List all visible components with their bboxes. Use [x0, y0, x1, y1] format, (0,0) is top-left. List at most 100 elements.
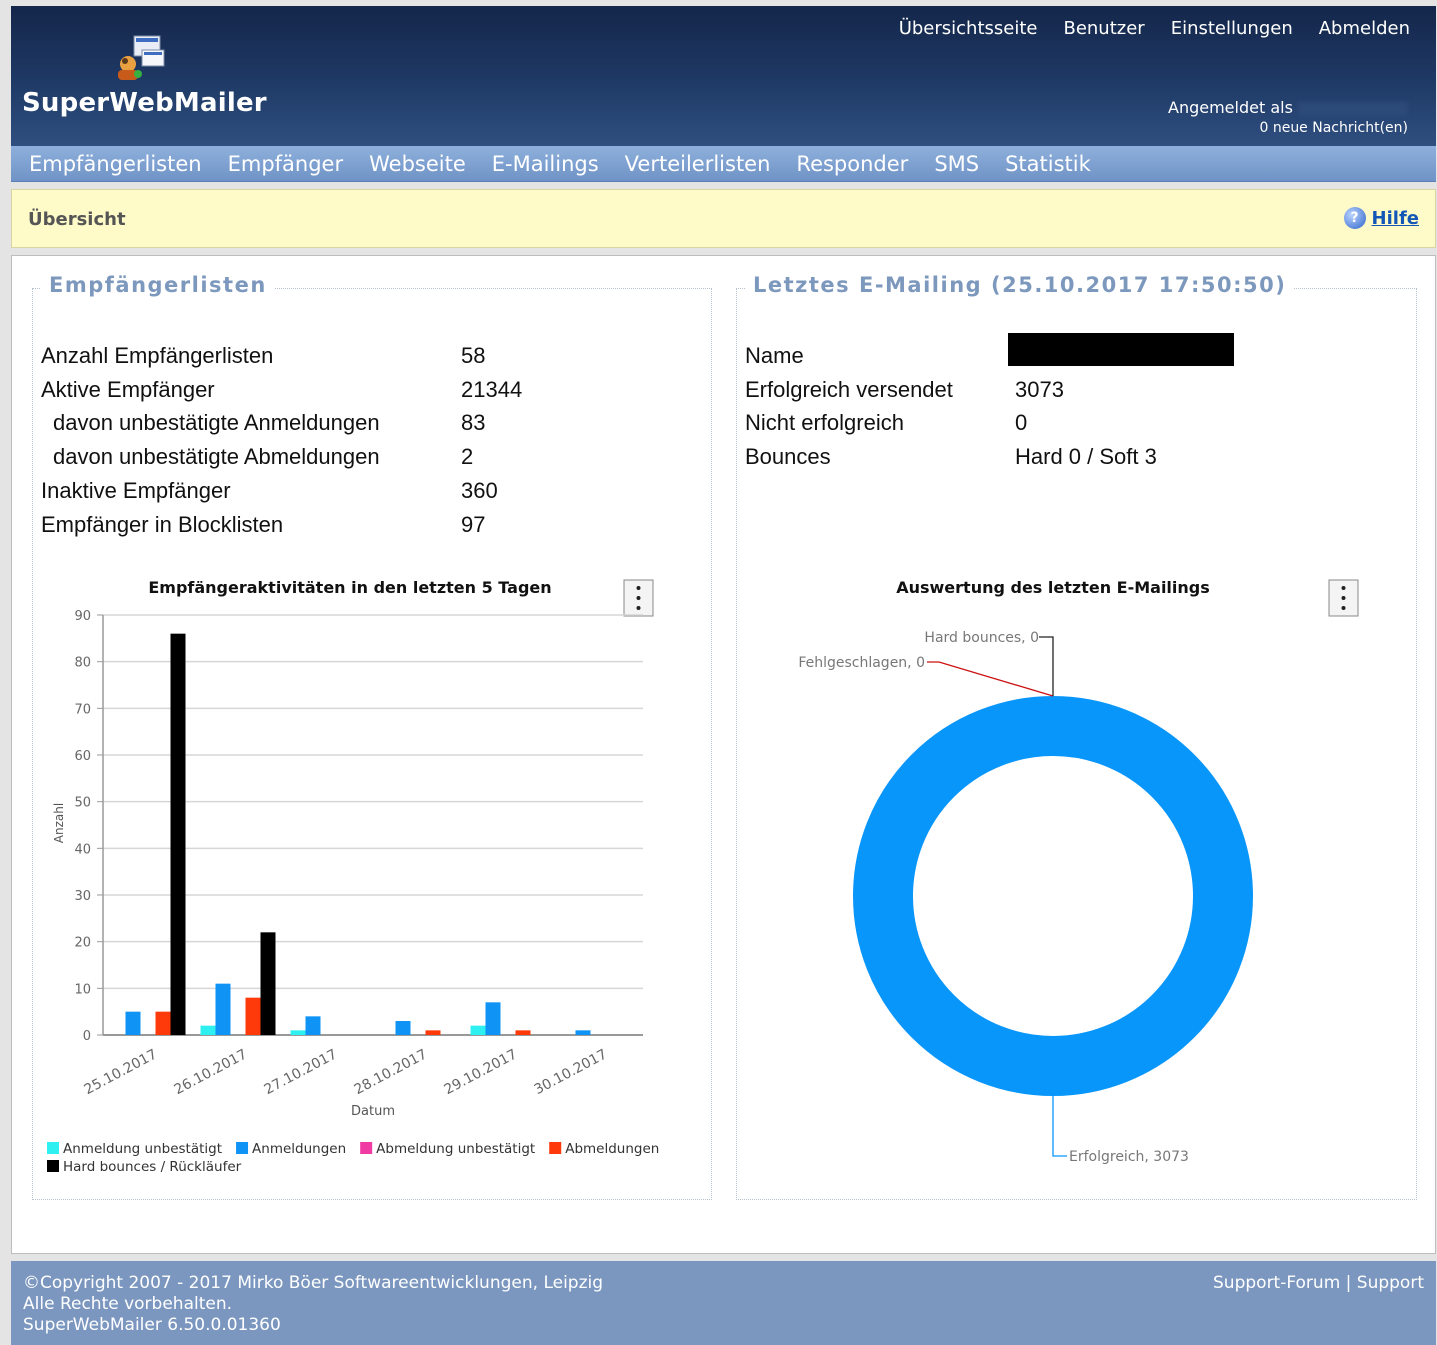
login-info: Angemeldet als [1168, 98, 1408, 117]
bar [245, 997, 261, 1035]
y-tick-label: 70 [74, 702, 91, 717]
content-area: Empfängerlisten Anzahl Empfängerlisten 5… [11, 255, 1436, 1254]
top-nav: Übersichtsseite Benutzer Einstellungen A… [899, 18, 1410, 39]
stat-label: Name [745, 343, 804, 368]
x-axis-ticks: 25.10.2017 26.10.2017 27.10.2017 28.10.2017… [82, 1046, 610, 1098]
chart-bars [125, 633, 591, 1035]
top-nav-settings[interactable]: Einstellungen [1171, 18, 1293, 39]
nav-recipient-lists[interactable]: Empfängerlisten [29, 152, 202, 176]
y-tick-label: 90 [74, 609, 91, 624]
help-link[interactable]: Hilfe [1372, 208, 1419, 229]
name-redacted [1008, 333, 1234, 366]
username-redacted [1298, 101, 1408, 116]
stat-value: 3073 [1015, 377, 1064, 402]
nav-recipients[interactable]: Empfänger [228, 152, 344, 176]
stat-value: 58 [461, 343, 486, 368]
donut-slices [853, 696, 1253, 1096]
stat-value: 97 [461, 512, 486, 537]
stat-value: 21344 [461, 377, 523, 402]
legend-label: Abmeldungen [565, 1141, 659, 1157]
emailing-donut-chart: Auswertung des letzten E-Mailings Erfolg… [798, 578, 1359, 1165]
legend-swatch [236, 1142, 249, 1154]
legend-swatch [47, 1160, 59, 1172]
donut-label: Fehlgeschlagen, 0 [798, 655, 925, 671]
x-axis-label: Datum [351, 1104, 395, 1119]
legend-label: Abmeldung unbestätigt [376, 1141, 535, 1157]
stat-label: Empfänger in Blocklisten [41, 512, 284, 537]
legend-label: Hard bounces / Rückläufer [63, 1159, 242, 1175]
panel-title: Letztes E-Mailing (25.10.2017 17:50:50) [745, 273, 1295, 297]
legend-swatch [360, 1142, 373, 1154]
help: ? Hilfe [1343, 207, 1419, 229]
bar [215, 983, 231, 1035]
chart-menu-button[interactable] [1328, 579, 1359, 617]
legend-label: Anmeldung unbestätigt [63, 1141, 222, 1157]
top-nav-users[interactable]: Benutzer [1063, 18, 1144, 39]
nav-emailings[interactable]: E-Mailings [492, 152, 599, 176]
bar [515, 1030, 531, 1035]
copyright: ©Copyright 2007 - 2017 Mirko Böer Softwa… [23, 1273, 604, 1293]
bar [260, 932, 276, 1035]
login-prefix: Angemeldet als [1168, 98, 1293, 117]
connector-line [1052, 1096, 1067, 1157]
x-tick-label: 30.10.2017 [532, 1046, 610, 1098]
x-tick-label: 26.10.2017 [172, 1046, 250, 1098]
footer: ©Copyright 2007 - 2017 Mirko Böer Softwa… [11, 1261, 1436, 1345]
top-nav-logout[interactable]: Abmelden [1319, 18, 1410, 39]
messages-count[interactable]: 0 neue Nachricht(en) [1259, 120, 1408, 136]
nav-responder[interactable]: Responder [796, 152, 908, 176]
x-tick-label: 25.10.2017 [82, 1046, 160, 1098]
nav-distribution-lists[interactable]: Verteilerlisten [625, 152, 771, 176]
legend-swatch [549, 1142, 562, 1154]
connector-line [1039, 636, 1054, 696]
nav-sms[interactable]: SMS [934, 152, 979, 176]
last-emailing-panel: Letztes E-Mailing (25.10.2017 17:50:50) … [736, 273, 1417, 1200]
stat-value: 0 [1015, 410, 1028, 435]
rights: Alle Rechte vorbehalten. [23, 1294, 233, 1314]
bar [305, 1016, 321, 1035]
breadcrumb: Übersicht ? Hilfe [11, 189, 1436, 248]
activity-bar-chart: Empfängeraktivitäten in den letzten 5 Ta… [47, 578, 659, 1175]
x-tick-label: 27.10.2017 [262, 1046, 340, 1098]
stat-label: Erfolgreich versendet [745, 377, 953, 402]
bar [470, 1025, 486, 1035]
donut-label: Erfolgreich, 3073 [1069, 1149, 1189, 1165]
y-tick-label: 60 [74, 749, 91, 764]
connector-line [927, 661, 1054, 697]
nav-website[interactable]: Webseite [369, 152, 466, 176]
top-nav-overview[interactable]: Übersichtsseite [899, 18, 1038, 39]
bar [485, 1002, 501, 1035]
donut-label: Hard bounces, 0 [924, 630, 1039, 646]
header: SuperWebMailer Übersichtsseite Benutzer … [11, 6, 1436, 146]
stat-label: Bounces [745, 444, 831, 469]
legend-label: Anmeldungen [252, 1141, 346, 1157]
bar [155, 1011, 171, 1035]
stat-label: Aktive Empfänger [41, 377, 215, 402]
chart-title: Auswertung des letzten E-Mailings [896, 578, 1210, 597]
stat-label: Anzahl Empfängerlisten [41, 343, 274, 368]
stat-value: Hard 0 / Soft 3 [1015, 444, 1157, 469]
stat-label: Inaktive Empfänger [41, 478, 231, 503]
stat-value: 360 [461, 478, 498, 503]
help-icon[interactable]: ? [1343, 207, 1366, 229]
bar [125, 1011, 141, 1035]
stat-value: 83 [461, 410, 486, 435]
y-tick-label: 10 [74, 982, 91, 997]
version: SuperWebMailer 6.50.0.01360 [23, 1315, 281, 1335]
chart-menu-button[interactable] [623, 579, 654, 617]
donut-slice [853, 696, 1253, 1096]
recipient-lists-panel: Empfängerlisten Anzahl Empfängerlisten 5… [32, 273, 712, 1200]
bar [395, 1021, 411, 1035]
logo-text: SuperWebMailer [22, 88, 267, 118]
stat-label: davon unbestätigte Anmeldungen [53, 410, 380, 435]
bar [425, 1030, 441, 1035]
panel-title: Empfängerlisten [41, 273, 275, 297]
chart-title: Empfängeraktivitäten in den letzten 5 Ta… [148, 578, 551, 597]
page-title: Übersicht [28, 209, 126, 230]
y-tick-label: 50 [74, 796, 91, 811]
nav-statistics[interactable]: Statistik [1005, 152, 1091, 176]
logo-icon [118, 35, 165, 80]
stat-value: 2 [461, 444, 474, 469]
stat-label: davon unbestätigte Abmeldungen [53, 444, 380, 469]
support-links[interactable]: Support-Forum | Support [1213, 1273, 1424, 1293]
